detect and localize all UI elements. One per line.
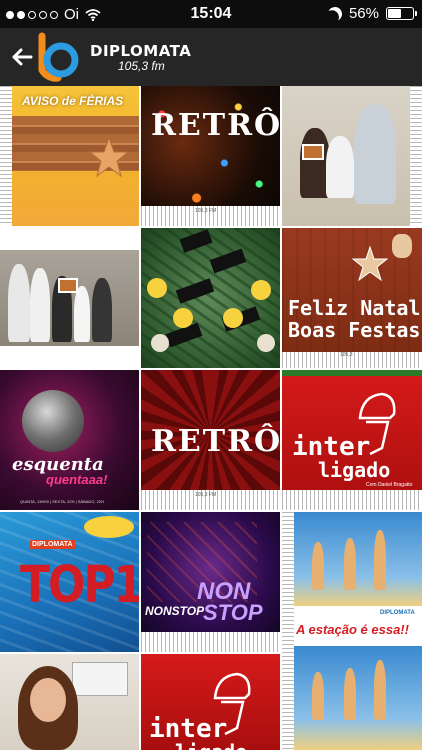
tile-footer: 105,3 FM bbox=[195, 492, 217, 498]
tile-brand: DIPLOMATA bbox=[30, 540, 75, 549]
brand-frequency: 105,3 fm bbox=[118, 59, 165, 73]
photo-grid: AVISO de FÉRIAS RETRÔ 105,3 FM Feliz Nat… bbox=[0, 86, 422, 750]
battery-fill bbox=[388, 9, 402, 18]
tile-footer: 105,3 bbox=[340, 352, 353, 358]
tile-tag: NONSTOP bbox=[145, 604, 205, 618]
tile-title: RETRÔ bbox=[151, 424, 280, 459]
tile-title: TOP10 bbox=[20, 556, 139, 615]
tile-subtitle: quentaaa! bbox=[46, 472, 108, 487]
starfish-icon bbox=[88, 136, 130, 178]
tile-subtitle: STOP bbox=[203, 600, 263, 625]
grid-tile-team-photo-1[interactable] bbox=[282, 86, 422, 226]
arrow-left-icon bbox=[12, 48, 33, 66]
grid-tile-family-photo[interactable] bbox=[0, 228, 139, 368]
tile-title: Feliz Natal bbox=[288, 296, 421, 320]
diplomata-logo bbox=[38, 32, 79, 82]
ornament-icon bbox=[352, 246, 388, 282]
grid-tile-top10[interactable]: DIPLOMATA TOP10 bbox=[0, 512, 139, 652]
tile-title: inter bbox=[149, 714, 228, 744]
do-not-disturb-icon bbox=[326, 5, 344, 23]
tile-title: AVISO de FÉRIAS bbox=[22, 94, 124, 108]
tile-title: RETRÔ bbox=[151, 108, 280, 143]
grid-tile-interligado-1[interactable]: inter ligado Com Daniel Bragatto bbox=[282, 370, 422, 510]
back-button[interactable] bbox=[8, 43, 36, 71]
grid-tile-non-stop[interactable]: NON STOP NONSTOP bbox=[141, 512, 280, 652]
grid-tile-estacao[interactable]: DIPLOMATA A estação é essa!! bbox=[282, 512, 422, 750]
status-bar: Oi 15:04 56% bbox=[0, 0, 422, 28]
status-right: 56% bbox=[326, 5, 417, 23]
tile-ruler bbox=[141, 632, 280, 652]
brand-name: DIPLOMATA bbox=[90, 42, 192, 60]
tile-ruler bbox=[0, 86, 12, 226]
tile-title: inter bbox=[292, 432, 371, 462]
tile-ruler bbox=[282, 490, 422, 510]
tile-subtitle: Boas Festas bbox=[288, 318, 421, 342]
tile-footer: 105,3 FM bbox=[195, 208, 217, 214]
tile-subtitle: ligado bbox=[318, 458, 391, 482]
grid-tile-retro-1[interactable]: RETRÔ 105,3 FM bbox=[141, 86, 280, 226]
grid-tile-feliz-natal[interactable]: Feliz Natal Boas Festas 105,3 bbox=[282, 228, 422, 368]
app-header: DIPLOMATA 105,3 fm bbox=[0, 28, 422, 86]
grid-tile-selfie[interactable] bbox=[0, 654, 139, 750]
grid-tile-retro-2[interactable]: RETRÔ 105,3 FM bbox=[141, 370, 280, 510]
grid-tile-aviso-ferias[interactable]: AVISO de FÉRIAS bbox=[0, 86, 139, 226]
battery-percent: 56% bbox=[348, 5, 379, 22]
tile-ruler bbox=[410, 86, 422, 226]
tile-title: A estação é essa!! bbox=[296, 622, 409, 637]
battery-icon bbox=[386, 7, 417, 20]
grid-tile-christmas-tree[interactable] bbox=[141, 228, 280, 368]
tile-subtitle: ligado bbox=[175, 742, 247, 750]
tile-footer: QUINTA, 13H00 | SEXTA, 22H | SÁBADO, 22H bbox=[20, 499, 104, 504]
tile-ruler bbox=[282, 512, 294, 750]
grid-tile-esquenta[interactable]: esquenta quentaaa! QUINTA, 13H00 | SEXTA… bbox=[0, 370, 139, 510]
tile-brand: DIPLOMATA bbox=[380, 610, 415, 616]
grid-tile-interligado-2[interactable]: inter ligado bbox=[141, 654, 280, 750]
tile-footer: Com Daniel Bragatto bbox=[366, 482, 413, 488]
